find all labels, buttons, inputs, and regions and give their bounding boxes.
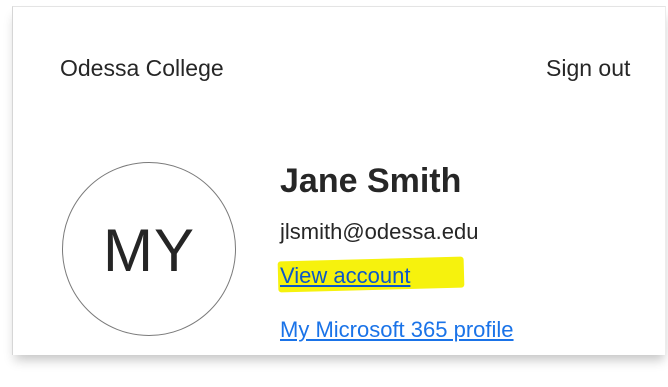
user-display-name: Jane Smith <box>280 162 462 200</box>
avatar-initials: MY <box>103 217 195 284</box>
screenshot-frame: Odessa College Sign out MY Jane Smith jl… <box>0 0 668 387</box>
microsoft-365-profile-link[interactable]: My Microsoft 365 profile <box>280 319 514 341</box>
avatar[interactable]: MY <box>62 162 236 336</box>
organization-name: Odessa College <box>60 55 224 81</box>
sign-out-link[interactable]: Sign out <box>546 57 630 80</box>
user-email: jlsmith@odessa.edu <box>280 219 479 244</box>
account-manager-card: Odessa College Sign out MY Jane Smith jl… <box>12 6 666 355</box>
view-account-link[interactable]: View account <box>280 265 410 287</box>
